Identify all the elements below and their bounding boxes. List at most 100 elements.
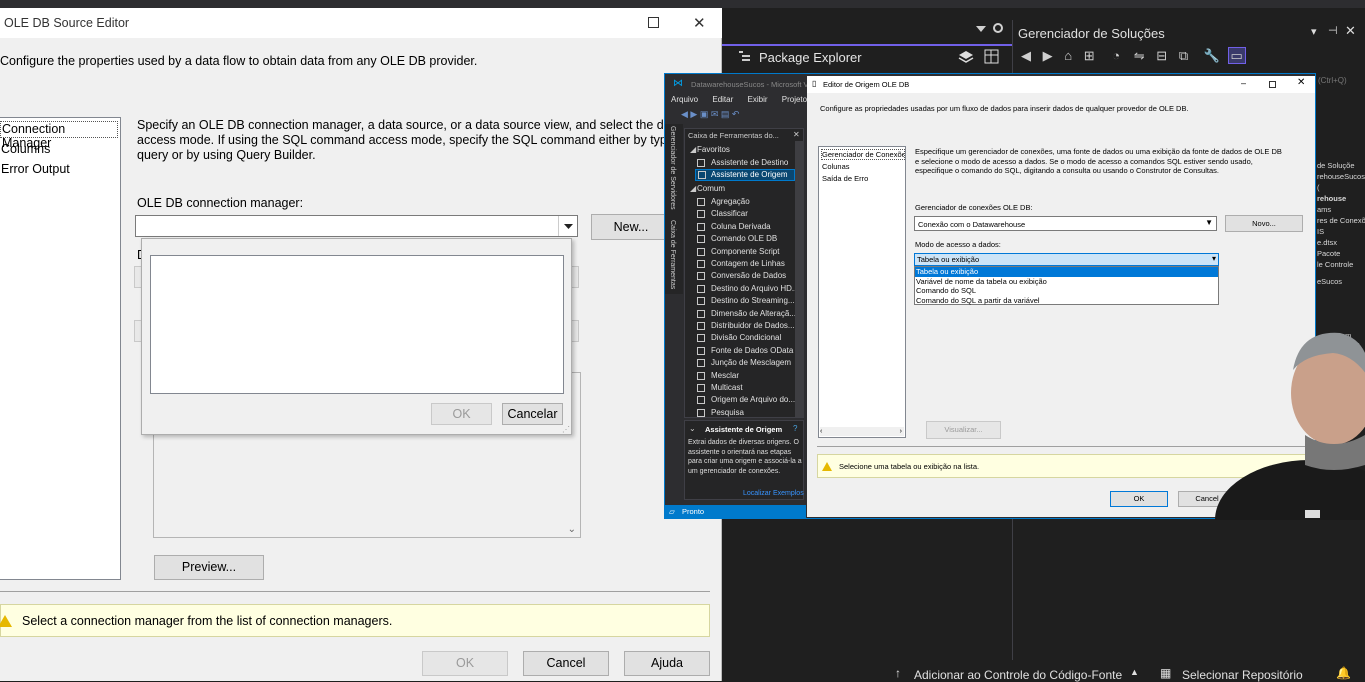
tree-item[interactable]: IS <box>1317 226 1365 237</box>
pin-icon[interactable]: ⊣ <box>1328 24 1338 37</box>
toolbox-item[interactable]: Assistente de Destino <box>685 157 795 169</box>
expand-icon[interactable]: ◢ <box>690 145 696 154</box>
toolbox-item[interactable]: Origem de Arquivo do... <box>685 394 795 406</box>
toolbox-item[interactable]: Coluna Derivada <box>685 221 795 233</box>
close-icon[interactable]: ✕ <box>1345 23 1356 39</box>
menu-item[interactable]: Projeto <box>782 95 807 104</box>
popup-cancel-button[interactable]: Cancelar <box>502 403 563 425</box>
ok-button[interactable]: OK <box>422 651 508 676</box>
toolbox-item[interactable]: Componente Script <box>685 246 795 258</box>
pt-access-mode-dropdown[interactable]: Tabela ou exibição Variável de nome da t… <box>914 266 1219 305</box>
maximize-icon[interactable] <box>1269 81 1276 88</box>
expand-icon[interactable]: ◢ <box>690 184 696 193</box>
dropdown-option-selected[interactable]: Tabela ou exibição <box>915 267 1218 277</box>
popup-ok-button[interactable]: OK <box>431 403 492 425</box>
nav-item-columns[interactable]: Colunas <box>822 162 850 171</box>
solution-tree[interactable]: de Soluçõe rehouseSucos' ( rehouse ams r… <box>1317 160 1365 287</box>
panel-menu-icon[interactable]: ▾ <box>1311 25 1317 38</box>
minimize-icon[interactable]: – <box>1241 78 1246 88</box>
close-icon[interactable]: ✕ <box>693 14 706 32</box>
help-icon[interactable]: ? <box>793 424 797 433</box>
select-repository-button[interactable]: Selecionar Repositório <box>1182 668 1303 682</box>
common-header[interactable]: Comum <box>697 184 725 193</box>
toolbox-item[interactable]: Distribuidor de Dados... <box>685 320 795 332</box>
tree-item[interactable]: e.dtsx <box>1317 237 1365 248</box>
pt-new-button[interactable]: Novo... <box>1225 215 1303 232</box>
dropdown-option[interactable]: Comando do SQL <box>916 286 976 295</box>
tree-item[interactable]: de Soluçõe <box>1317 160 1365 171</box>
dropdown-arrow-icon[interactable] <box>975 24 987 34</box>
connection-manager-select[interactable] <box>135 215 578 237</box>
tab-package-explorer[interactable]: Package Explorer <box>722 44 1012 68</box>
favorites-header[interactable]: Favoritos <box>697 145 730 154</box>
chevron-down-icon[interactable]: ▾ <box>1212 254 1216 263</box>
forward-icon[interactable]: ▶ <box>1043 48 1053 63</box>
menu-item[interactable]: Exibir <box>748 95 768 104</box>
nav-item-error-output[interactable]: Saída de Erro <box>822 174 868 183</box>
nav-item-error-output[interactable]: Error Output <box>1 162 70 176</box>
tree-item[interactable]: rehouse <box>1317 193 1365 204</box>
toolbox-item[interactable]: Dimensão de Alteraçã... <box>685 308 796 320</box>
menu-item[interactable]: Arquivo <box>671 95 698 104</box>
toolbox-item[interactable]: Mesclar <box>685 370 795 382</box>
pt-connection-select[interactable]: Conexão com o Datawarehouse ▼ <box>914 216 1217 231</box>
toolbox-item[interactable]: Classificar <box>685 208 795 220</box>
back-icon[interactable]: ◀ <box>1021 48 1031 63</box>
copy-icon[interactable]: ⧉ <box>1179 48 1188 63</box>
menu-item[interactable]: Editar <box>712 95 733 104</box>
sync-icon[interactable]: ⇋ <box>1134 48 1145 63</box>
bell-icon[interactable]: 🔔 <box>1336 666 1351 680</box>
popup-list[interactable] <box>150 255 564 394</box>
vs-icon[interactable]: ⊞ <box>1084 48 1095 63</box>
maximize-icon[interactable] <box>648 17 659 28</box>
find-samples-link[interactable]: Localizar Exemplos <box>743 490 804 497</box>
toolbox-item[interactable]: Comando OLE DB <box>685 233 795 245</box>
home-icon[interactable]: ⌂ <box>1064 48 1072 63</box>
toolbox-item[interactable]: Destino do Arquivo HD... <box>685 283 799 295</box>
toolbox-scrollbar[interactable] <box>795 141 804 417</box>
toolbox-item[interactable]: Fonte de Dados OData <box>685 345 795 357</box>
nav-hscrollbar[interactable]: ‹ › <box>820 427 904 436</box>
toolbox-item[interactable]: Destino do Streaming... <box>685 295 795 307</box>
preview-button[interactable]: Preview... <box>154 555 264 580</box>
collapse-icon[interactable]: ⊟ <box>1156 48 1167 63</box>
dropdown-option[interactable]: Comando do SQL a partir da variável <box>916 296 1040 305</box>
toolbox-item[interactable]: Agregação <box>685 196 795 208</box>
toolbox-item-selected[interactable]: Assistente de Origem <box>695 169 795 181</box>
tree-item[interactable]: le Controle <box>1317 259 1365 270</box>
nav-item-connection-manager[interactable]: Connection Manager <box>0 121 118 150</box>
tree-item[interactable]: rehouseSucos' ( <box>1317 171 1365 193</box>
resize-grip-icon[interactable]: ⋰ <box>562 425 570 434</box>
layers-icon[interactable] <box>958 50 974 64</box>
close-icon[interactable]: ✕ <box>1297 77 1305 88</box>
tree-item[interactable]: ams <box>1317 204 1365 215</box>
nav-item-connection-manager[interactable]: Gerenciador de Conexões <box>821 149 905 160</box>
tab-toolbox[interactable]: Caixa de Ferramentas <box>669 220 676 289</box>
scroll-down-icon[interactable]: ⌄ <box>568 524 576 535</box>
nav-item-columns[interactable]: Columns <box>1 142 50 156</box>
toolbox-item[interactable]: Conversão de Dados <box>685 270 795 282</box>
toolbox-item[interactable]: Junção de Mesclagem <box>685 357 795 369</box>
gear-icon[interactable] <box>992 22 1004 34</box>
tab-server-explorer[interactable]: Gerenciador de Servidores <box>669 126 676 210</box>
toolbox-item[interactable]: Contagem de Linhas <box>685 258 795 270</box>
chevron-down-icon[interactable] <box>558 216 577 236</box>
pt-ok-button[interactable]: OK <box>1110 491 1168 507</box>
cancel-button[interactable]: Cancel <box>523 651 609 676</box>
preview-icon[interactable]: ▭ <box>1227 47 1246 64</box>
tree-item[interactable]: Pacote <box>1317 248 1365 259</box>
grid-icon[interactable] <box>984 49 1000 65</box>
tree-item[interactable]: res de Conexõ <box>1317 215 1365 226</box>
wrench-icon[interactable]: 🔧 <box>1204 48 1220 63</box>
new-connection-button[interactable]: New... <box>591 214 671 240</box>
toolbox-item[interactable]: Pesquisa <box>685 407 795 419</box>
close-icon[interactable]: ✕ <box>793 130 800 139</box>
collapse-icon[interactable]: ⌄ <box>689 424 696 433</box>
history-icon[interactable]: ◔ <box>1112 48 1120 63</box>
chevron-down-icon[interactable]: ▼ <box>1205 218 1213 227</box>
pt-access-mode-select[interactable]: Tabela ou exibição ▾ <box>914 253 1219 266</box>
dropdown-option[interactable]: Variável de nome da tabela ou exibição <box>916 277 1047 286</box>
source-control-button[interactable]: Adicionar ao Controle do Código-Fonte <box>914 668 1122 682</box>
help-button[interactable]: Ajuda <box>624 651 710 676</box>
toolbox-item[interactable]: Divisão Condicional <box>685 332 795 344</box>
